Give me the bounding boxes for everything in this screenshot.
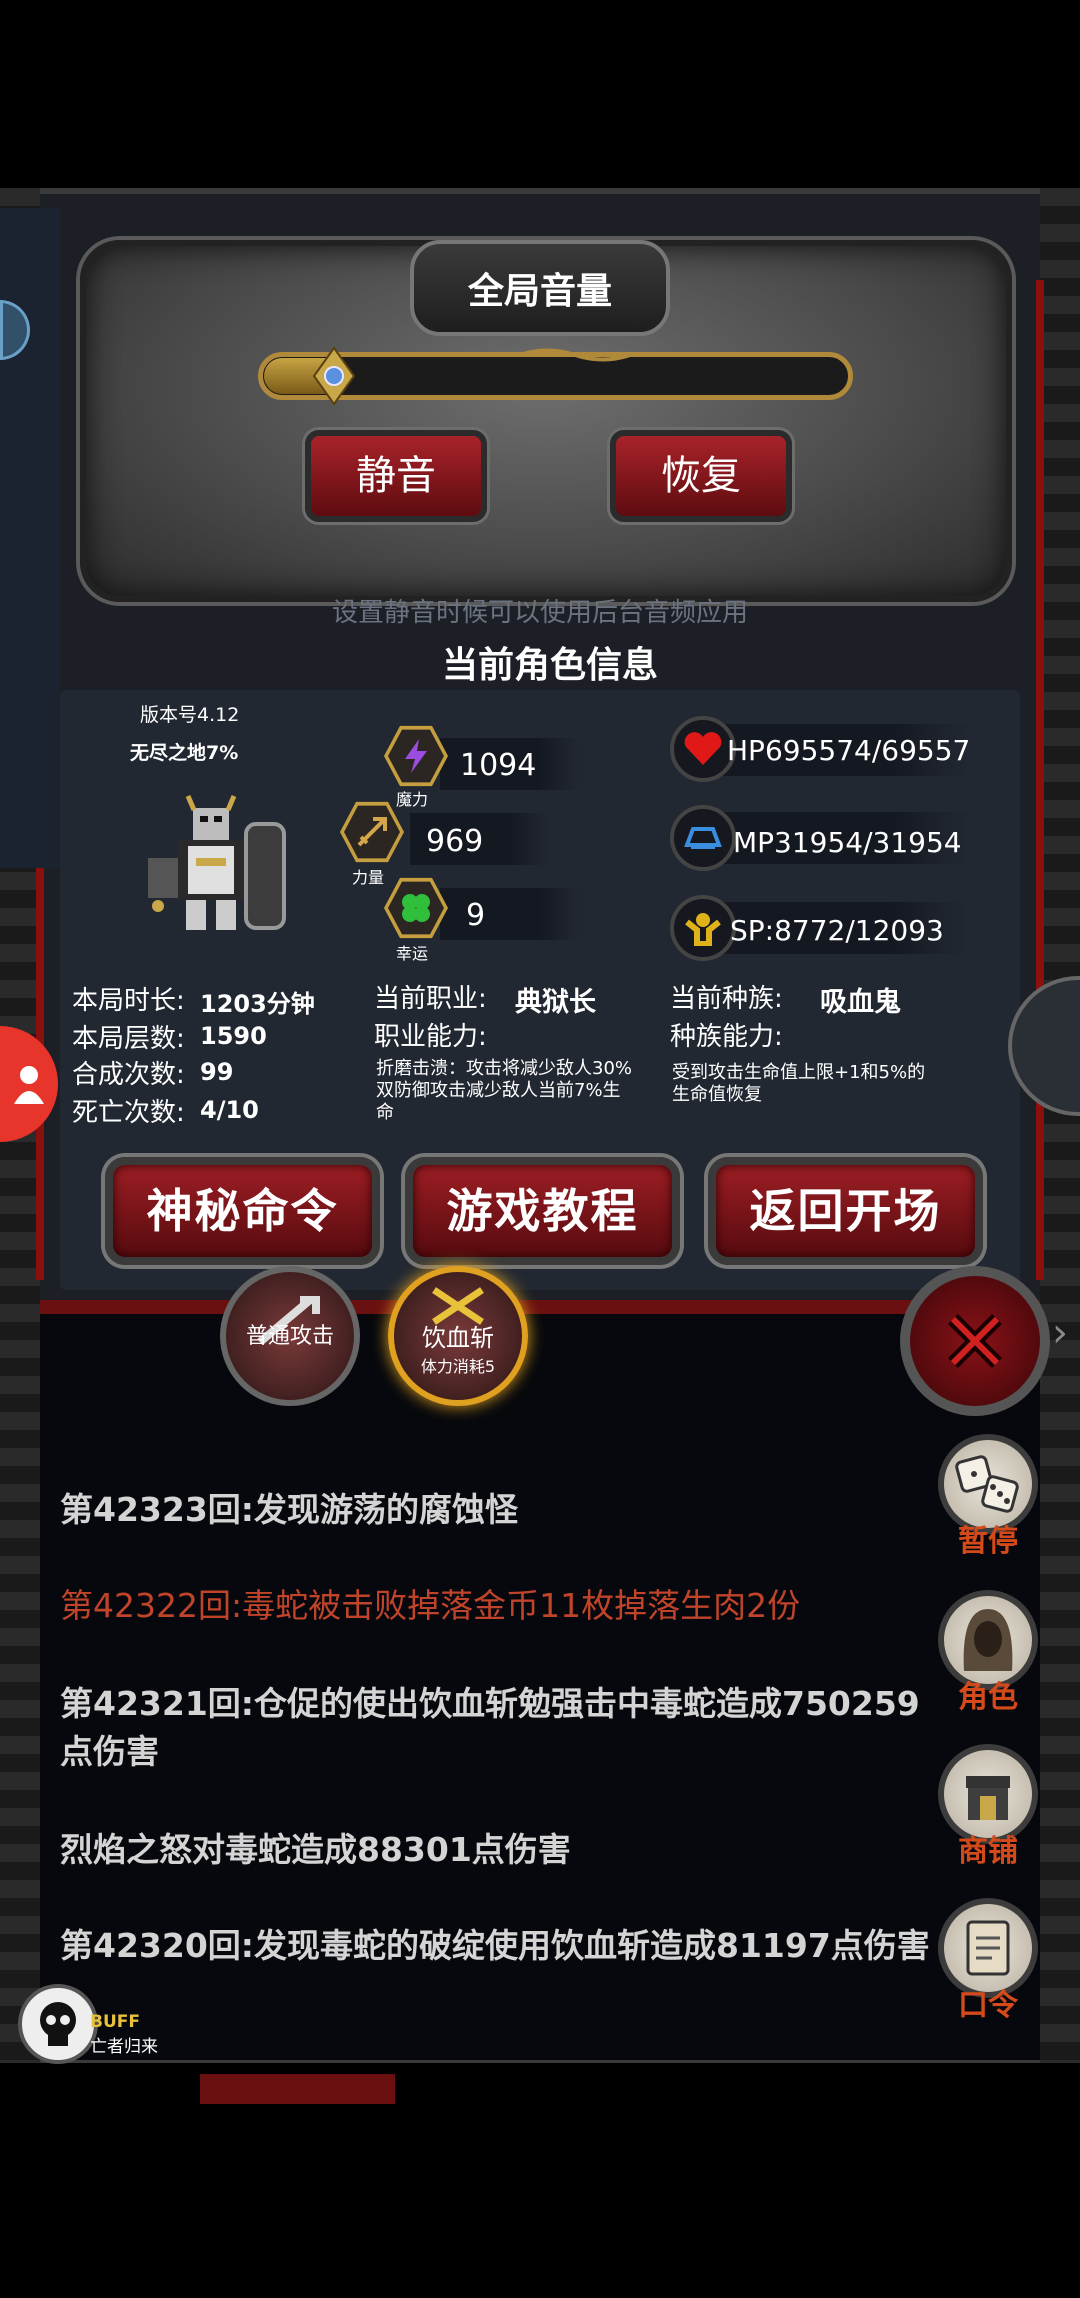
scroll-book-icon xyxy=(966,1920,1010,1976)
luck-label: 幸运 xyxy=(396,944,429,963)
info-title: 当前角色信息 xyxy=(441,645,658,686)
mp-value: MP31954/31954 xyxy=(733,826,962,859)
volume-hint: 设置静音时候可以使用后台音频应用 xyxy=(331,598,748,628)
log-line: 第42321回:仓促的使出饮血斩勉强击中毒蛇造成750259点伤害 xyxy=(60,1684,920,1771)
volume-slider-knob[interactable] xyxy=(312,346,356,406)
bottom-red-tab xyxy=(200,2074,395,2104)
slider-ornament xyxy=(519,346,631,364)
buff-name: 亡者归来 xyxy=(90,2037,158,2057)
luck-value: 9 xyxy=(466,898,486,933)
character-sprite xyxy=(138,788,293,938)
close-icon xyxy=(948,1314,1002,1368)
log-line: 第42320回:发现毒蛇的破绽使用饮血斩造成81197点伤害 xyxy=(60,1926,930,1965)
log-line-loot: 第42322回:毒蛇被击败掉落金币11枚掉落生肉2份 xyxy=(60,1586,801,1625)
close-button[interactable] xyxy=(900,1266,1050,1416)
magic-label: 魔力 xyxy=(396,790,429,809)
shop-label: 商铺 xyxy=(958,1834,1018,1869)
blood-slash-cost: 体力消耗5 xyxy=(420,1357,496,1376)
floor-value: 1590 xyxy=(200,1022,267,1050)
buff-title: BUFF xyxy=(90,2012,140,2032)
death-value: 4/10 xyxy=(200,1096,259,1124)
sp-value: SP:8772/12093 xyxy=(730,914,944,947)
death-label: 死亡次数: xyxy=(72,1098,185,1128)
hooded-figure-icon xyxy=(963,1609,1013,1671)
log-top-border xyxy=(40,1300,1040,1314)
restore-button[interactable]: 恢复 xyxy=(610,430,792,522)
floor-label: 本局层数: xyxy=(72,1024,185,1054)
stamina-icon xyxy=(670,895,736,961)
right-red-rail xyxy=(1036,280,1044,1280)
log-line: 第42323回:发现游荡的腐蚀怪 xyxy=(60,1490,519,1529)
version-label: 版本号4.12 xyxy=(140,704,240,726)
role-label: 角色 xyxy=(958,1680,1018,1715)
magic-value: 1094 xyxy=(460,748,537,783)
hp-value: HP695574/695574 xyxy=(727,734,971,767)
time-value: 1203分钟 xyxy=(200,990,315,1018)
map-label: 无尽之地7% xyxy=(130,742,239,764)
code-label: 口令 xyxy=(958,1988,1018,2023)
race-value: 吸血鬼 xyxy=(820,987,901,1018)
dice-icon xyxy=(955,1455,1019,1513)
secret-command-button[interactable]: 神秘命令 xyxy=(105,1157,380,1265)
race-label: 当前种族: xyxy=(670,984,783,1014)
job-label: 当前职业: xyxy=(374,984,487,1014)
strength-label: 力量 xyxy=(352,868,385,887)
tutorial-button[interactable]: 游戏教程 xyxy=(405,1157,680,1265)
blood-slash-label: 饮血斩 xyxy=(422,1324,494,1352)
pause-label: 暂停 xyxy=(958,1524,1018,1559)
mana-icon xyxy=(670,805,736,871)
time-label: 本局时长: xyxy=(72,986,185,1016)
chevron-right-icon[interactable]: › xyxy=(1052,1310,1068,1356)
skull-icon xyxy=(40,2002,76,2046)
log-line: 烈焰之怒对毒蛇造成88301点伤害 xyxy=(60,1830,571,1869)
craft-label: 合成次数: xyxy=(72,1060,185,1090)
craft-value: 99 xyxy=(200,1058,234,1086)
volume-title: 全局音量 xyxy=(467,271,612,312)
job-value: 典狱长 xyxy=(515,987,596,1018)
shop-icon xyxy=(966,1776,1010,1820)
user-icon xyxy=(14,1066,44,1104)
strength-value: 969 xyxy=(426,824,484,859)
race-ability-label: 种族能力: xyxy=(670,1022,783,1052)
blood-slash-button[interactable]: 饮血斩 体力消耗5 xyxy=(388,1266,528,1406)
job-ability-desc: 折磨击溃：攻击将减少敌人30%双防御攻击减少敌人当前7%生命 xyxy=(376,1058,633,1123)
frame-right-border xyxy=(1040,188,1080,2063)
back-to-start-button[interactable]: 返回开场 xyxy=(708,1157,983,1265)
buff-button[interactable] xyxy=(18,1984,98,2064)
job-ability-label: 职业能力: xyxy=(374,1022,487,1052)
normal-attack-label: 普通攻击 xyxy=(245,1324,334,1349)
mute-button[interactable]: 静音 xyxy=(305,430,487,522)
normal-attack-button[interactable]: 普通攻击 xyxy=(220,1266,360,1406)
luck-bar xyxy=(440,888,580,940)
race-ability-desc: 受到攻击生命值上限+1和5%的生命值恢复 xyxy=(672,1062,926,1105)
